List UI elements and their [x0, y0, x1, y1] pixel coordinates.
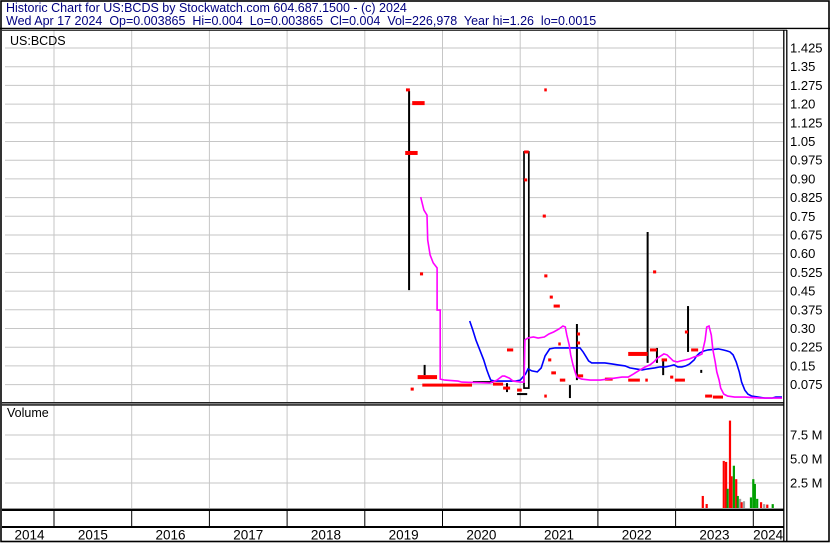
volume-bar [742, 501, 746, 508]
year-label: 2020 [466, 528, 496, 543]
close-tick [661, 358, 668, 362]
close-tick [493, 382, 504, 386]
price-axis-label: 0.60 [790, 246, 815, 261]
close-tick [558, 342, 561, 346]
close-tick [422, 383, 473, 387]
price-axis-label: 1.275 [790, 78, 823, 93]
close-tick [419, 272, 424, 276]
close-tick [553, 304, 560, 308]
close-tick [524, 150, 529, 154]
price-axis-label: 0.675 [790, 228, 823, 243]
price-axis-label: 0.30 [790, 321, 815, 336]
volume-pane-bottom-border [2, 508, 784, 511]
volume-bar [701, 495, 704, 508]
close-tick [653, 270, 657, 274]
price-axis-label: 0.45 [790, 284, 815, 299]
price-axis-label: 1.125 [790, 115, 823, 130]
quote-summary-line: Wed Apr 17 2024 Op=0.003865 Hi=0.004 Lo=… [6, 14, 597, 28]
price-axis-label: 0.975 [790, 153, 823, 168]
close-tick [544, 274, 548, 278]
volume-bar [766, 504, 769, 508]
volume-bar [722, 460, 725, 508]
close-tick [410, 387, 414, 391]
volume-bar [753, 483, 756, 508]
price-axis-label: 0.825 [790, 190, 823, 205]
year-label: 2019 [389, 528, 419, 543]
close-tick [576, 332, 581, 336]
year-label: 2024 [753, 528, 784, 543]
price-axis-label: 0.90 [790, 171, 815, 186]
close-tick [645, 378, 648, 382]
close-tick [670, 375, 674, 379]
price-axis-label: 0.375 [790, 302, 823, 317]
price-axis-label: 0.75 [790, 209, 815, 224]
price-axis-label: 0.525 [790, 265, 823, 280]
volume-bar [726, 488, 729, 508]
close-tick [412, 101, 425, 106]
volume-pane-label: Volume [7, 406, 49, 420]
price-axis-label: 1.05 [790, 134, 815, 149]
close-tick [684, 330, 689, 334]
year-label: 2023 [699, 528, 729, 543]
year-label: 2016 [156, 528, 186, 543]
price-axis-label: 0.15 [790, 358, 815, 373]
close-tick [691, 348, 699, 352]
year-label: 2018 [311, 528, 341, 543]
price-axis-label: 1.20 [790, 97, 815, 112]
close-tick [405, 150, 418, 155]
volume-axis-label: 5.0 M [790, 452, 823, 467]
volume-bar [749, 497, 753, 508]
close-tick [417, 375, 438, 380]
close-tick [549, 295, 553, 299]
year-label: 2015 [78, 528, 108, 543]
close-tick [649, 348, 657, 352]
close-tick [628, 378, 640, 382]
close-tick [551, 371, 556, 375]
year-label: 2022 [622, 528, 652, 543]
volume-bar [730, 476, 733, 508]
volume-axis-label: 2.5 M [790, 476, 823, 491]
year-label: 2021 [544, 528, 574, 543]
close-tick [705, 394, 713, 398]
volume-bar [759, 502, 763, 508]
stockwatch-chart-window: 1.425 1.35 1.275 1.20 1.125 1.05 0.975 0.90 0.82… [0, 0, 830, 543]
close-tick [544, 394, 547, 398]
chart-background [0, 0, 830, 543]
year-label: 2017 [233, 528, 263, 543]
year-label: 2014 [14, 528, 45, 543]
price-axis-label: 0.075 [790, 377, 823, 392]
close-tick [517, 388, 522, 392]
close-tick [712, 395, 723, 399]
volume-bar [763, 504, 766, 508]
close-tick [628, 351, 648, 356]
symbol-label: US:BCDS [10, 34, 66, 48]
volume-bar [732, 465, 735, 508]
close-tick [524, 178, 528, 182]
close-tick [559, 378, 566, 382]
volume-bar [705, 504, 708, 508]
volume-bar [736, 495, 739, 508]
close-tick [544, 88, 547, 92]
close-tick [506, 348, 514, 352]
volume-bar [756, 498, 759, 508]
price-axis-label: 1.35 [790, 59, 815, 74]
volume-axis-label: 7.5 M [790, 428, 823, 443]
volume-bar [771, 504, 774, 508]
close-tick [503, 386, 511, 390]
close-tick [576, 341, 581, 345]
close-tick [548, 358, 552, 362]
close-tick [405, 88, 410, 92]
close-tick [542, 214, 546, 218]
price-axis-label: 1.425 [790, 41, 823, 56]
close-tick [674, 378, 685, 382]
price-dash [517, 393, 528, 396]
price-volume-chart: 1.425 1.35 1.275 1.20 1.125 1.05 0.975 0.90 0.82… [0, 0, 830, 543]
price-axis-label: 0.225 [790, 340, 823, 355]
volume-bar [740, 502, 743, 508]
